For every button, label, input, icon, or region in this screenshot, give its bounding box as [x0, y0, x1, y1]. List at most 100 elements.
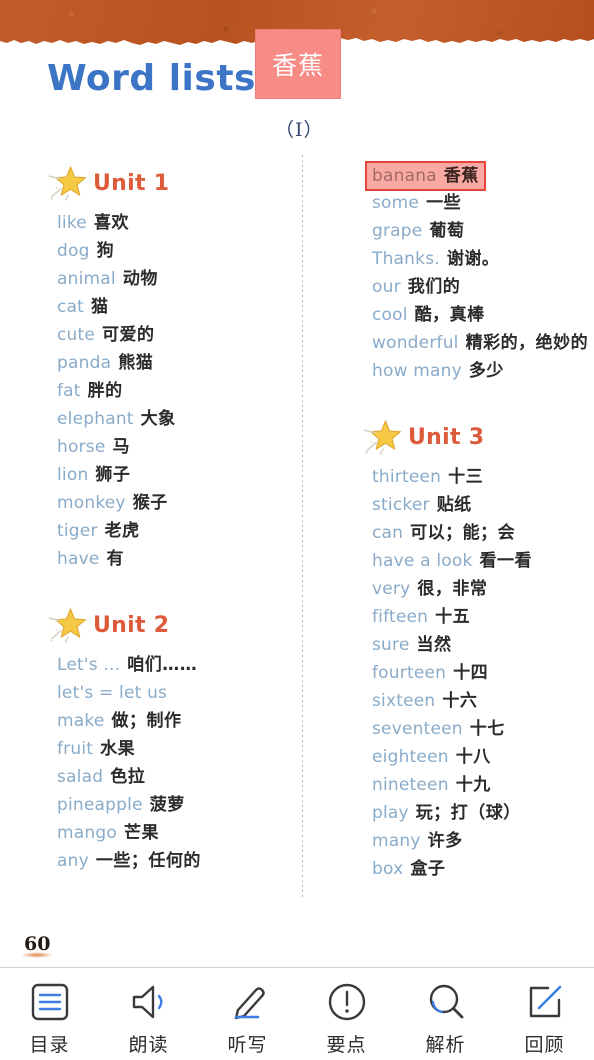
- word-row[interactable]: sure 当然: [372, 631, 590, 659]
- word-row[interactable]: sticker 贴纸: [372, 491, 590, 519]
- word-english: let's = let us: [57, 683, 168, 703]
- word-row[interactable]: sixteen 十六: [372, 687, 590, 715]
- word-row[interactable]: any 一些；任何的: [57, 847, 295, 875]
- word-row[interactable]: panda 熊猫: [57, 349, 295, 377]
- word-chinese: 看一看: [479, 551, 533, 571]
- word-row-highlighted[interactable]: banana 香蕉: [365, 161, 486, 191]
- toolbar-label: 回顾: [524, 1034, 565, 1056]
- magnifier-icon: [424, 980, 468, 1024]
- word-english: sixteen: [372, 691, 436, 711]
- word-english: eighteen: [372, 747, 449, 767]
- word-row[interactable]: mango 芒果: [57, 819, 295, 847]
- word-chinese: 葡萄: [429, 221, 465, 241]
- word-chinese: 熊猫: [118, 353, 154, 373]
- word-english: mango: [57, 823, 117, 843]
- star-icon: [48, 608, 86, 643]
- word-chinese: 很，非常: [417, 579, 488, 599]
- word-english: pineapple: [57, 795, 143, 815]
- word-row[interactable]: fat 胖的: [57, 377, 295, 405]
- word-list: thirteen 十三 sticker 贴纸 can 可以；能；会 have a look 看…: [360, 463, 590, 883]
- word-english: wonderful: [372, 333, 459, 353]
- word-english: box: [372, 859, 404, 879]
- word-row[interactable]: cool 酷，真棒: [372, 301, 590, 329]
- word-row[interactable]: let's = let us: [57, 679, 295, 707]
- word-row[interactable]: thirteen 十三: [372, 463, 590, 491]
- toolbar-item-exclamation-circle[interactable]: 要点: [297, 968, 396, 1057]
- word-row[interactable]: cute 可爱的: [57, 321, 295, 349]
- word-row[interactable]: box 盒子: [372, 855, 590, 883]
- word-chinese: 喜欢: [93, 213, 129, 233]
- word-row[interactable]: make 做；制作: [57, 707, 295, 735]
- unit-label: Unit 1: [93, 170, 170, 196]
- word-chinese: 十六: [442, 691, 478, 711]
- word-row[interactable]: fruit 水果: [57, 735, 295, 763]
- word-row[interactable]: grape 葡萄: [372, 217, 590, 245]
- speaker-icon: [127, 980, 171, 1024]
- word-row[interactable]: pineapple 菠萝: [57, 791, 295, 819]
- word-chinese: 我们的: [407, 277, 461, 297]
- word-english: have a look: [372, 551, 473, 571]
- word-chinese: 十三: [448, 467, 484, 487]
- word-row[interactable]: fifteen 十五: [372, 603, 590, 631]
- word-row[interactable]: seventeen 十七: [372, 715, 590, 743]
- word-row[interactable]: can 可以；能；会: [372, 519, 590, 547]
- word-chinese: 有: [106, 549, 125, 569]
- word-row[interactable]: play 玩；打（球）: [372, 799, 590, 827]
- word-row[interactable]: have 有: [57, 545, 295, 573]
- word-row[interactable]: cat 猫: [57, 293, 295, 321]
- word-english: play: [372, 803, 409, 823]
- toolbar-item-list-contents[interactable]: 目录: [0, 968, 99, 1057]
- word-row[interactable]: fourteen 十四: [372, 659, 590, 687]
- word-chinese: 许多: [427, 831, 463, 851]
- word-row[interactable]: our 我们的: [372, 273, 590, 301]
- word-english: fifteen: [372, 607, 429, 627]
- unit-block: banana 香蕉 some 一些 grape 葡萄 Thanks. 谢谢。 our 我们的 coo…: [360, 161, 590, 385]
- word-chinese: 十九: [455, 775, 491, 795]
- word-row[interactable]: tiger 老虎: [57, 517, 295, 545]
- word-chinese: 酷，真棒: [414, 305, 485, 325]
- word-chinese: 菠萝: [149, 795, 185, 815]
- word-chinese: 马: [112, 437, 130, 457]
- word-row[interactable]: how many 多少: [372, 357, 590, 385]
- word-row[interactable]: Let's ... 咱们……: [57, 651, 295, 679]
- word-english: dog: [57, 241, 90, 261]
- word-row[interactable]: very 很，非常: [372, 575, 590, 603]
- word-chinese: 十八: [455, 747, 491, 767]
- toolbar-item-speaker[interactable]: 朗读: [99, 968, 198, 1057]
- word-chinese: 盒子: [410, 859, 446, 879]
- word-chinese: 玩；打（球）: [415, 803, 521, 823]
- word-row[interactable]: salad 色拉: [57, 763, 295, 791]
- word-row[interactable]: horse 马: [57, 433, 295, 461]
- word-english: nineteen: [372, 775, 449, 795]
- word-row[interactable]: Thanks. 谢谢。: [372, 245, 590, 273]
- word-english: like: [57, 213, 87, 233]
- word-english: Let's ...: [57, 655, 121, 675]
- word-row[interactable]: elephant 大象: [57, 405, 295, 433]
- word-english: tiger: [57, 521, 98, 541]
- word-row[interactable]: eighteen 十八: [372, 743, 590, 771]
- word-row[interactable]: like 喜欢: [57, 209, 295, 237]
- word-english: animal: [57, 269, 116, 289]
- word-row[interactable]: wonderful 精彩的，绝妙的: [372, 329, 590, 357]
- word-translation-tooltip[interactable]: 香蕉: [255, 29, 341, 99]
- word-row[interactable]: lion 狮子: [57, 461, 295, 489]
- word-chinese: 动物: [122, 269, 158, 289]
- word-row[interactable]: dog 狗: [57, 237, 295, 265]
- pencil-icon: [226, 980, 270, 1024]
- star-icon: [363, 420, 401, 455]
- word-english: thirteen: [372, 467, 442, 487]
- word-chinese: 十五: [435, 607, 471, 627]
- toolbar-item-magnifier[interactable]: 解析: [396, 968, 495, 1057]
- word-row[interactable]: have a look 看一看: [372, 547, 590, 575]
- word-row[interactable]: monkey 猴子: [57, 489, 295, 517]
- word-row[interactable]: many 许多: [372, 827, 590, 855]
- word-row[interactable]: animal 动物: [57, 265, 295, 293]
- word-list: banana 香蕉 some 一些 grape 葡萄 Thanks. 谢谢。 our 我们的 coo…: [360, 161, 590, 385]
- toolbar-label: 朗读: [128, 1034, 169, 1056]
- toolbar-item-pencil[interactable]: 听写: [198, 968, 297, 1057]
- toolbar-item-edit-square[interactable]: 回顾: [495, 968, 594, 1057]
- word-row[interactable]: nineteen 十九: [372, 771, 590, 799]
- toolbar-label: 目录: [29, 1034, 70, 1056]
- word-english: our: [372, 277, 401, 297]
- word-row[interactable]: some 一些: [372, 189, 590, 217]
